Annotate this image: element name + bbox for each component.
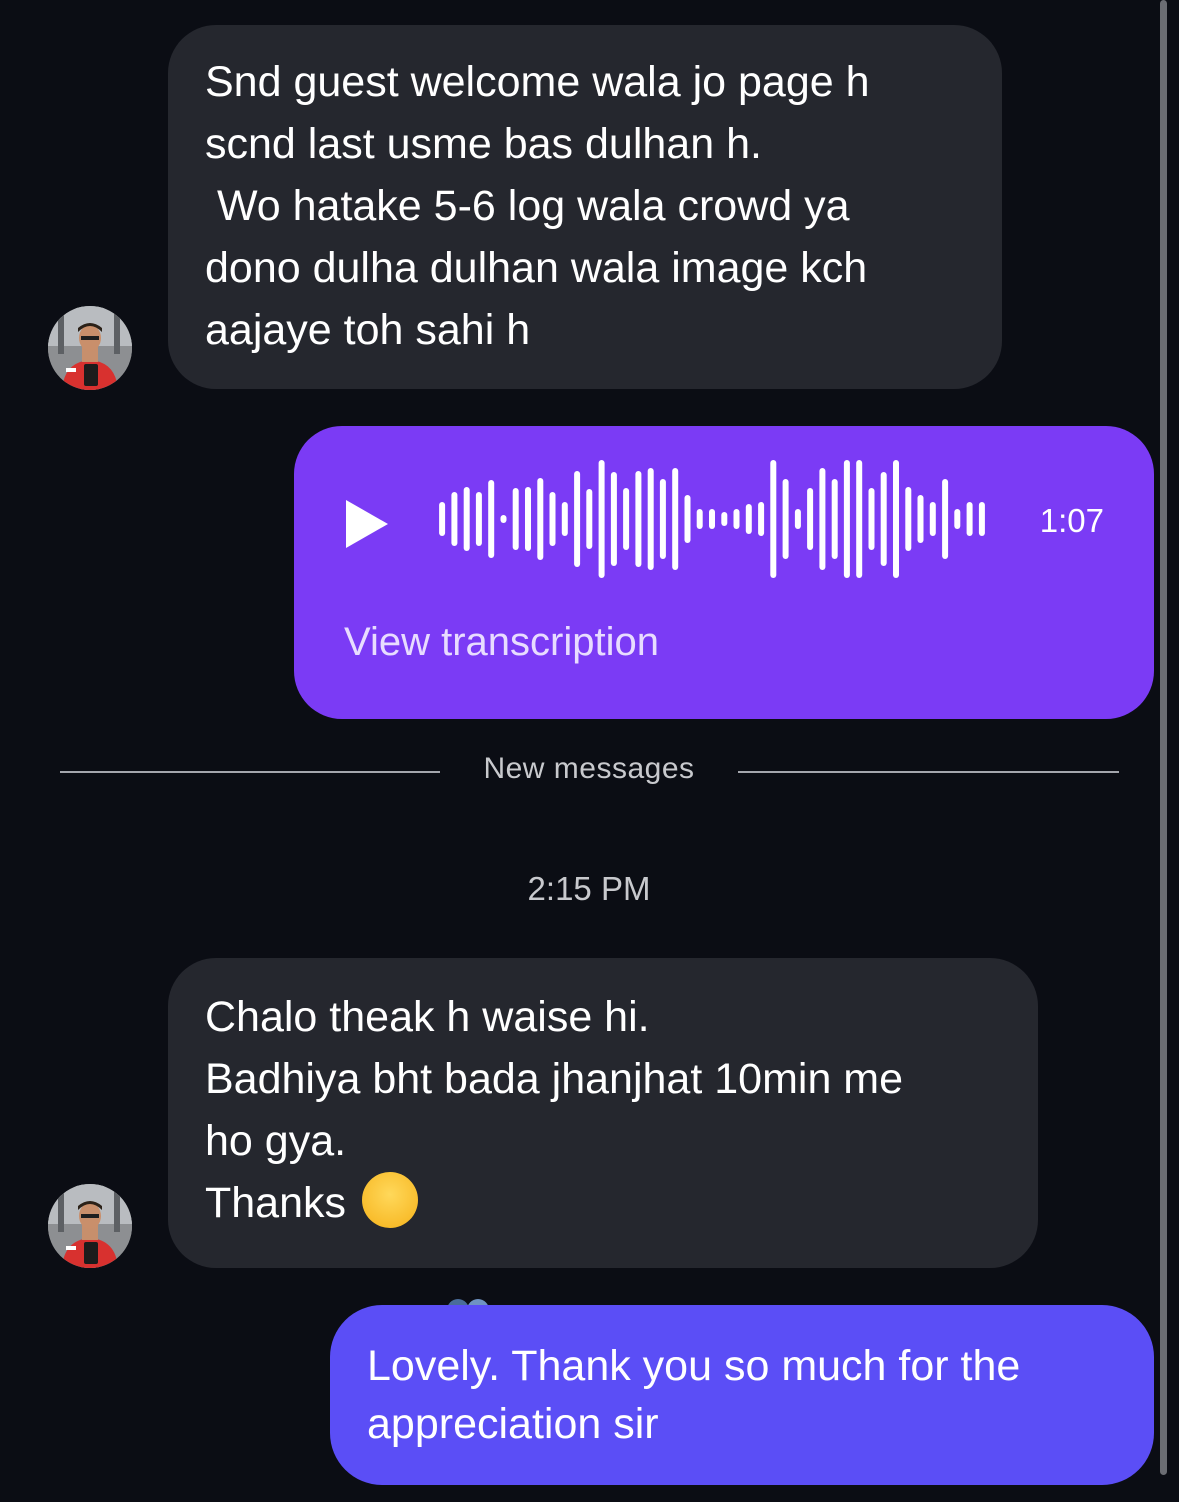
hugging-people-icon <box>436 1170 500 1354</box>
waveform-bar <box>733 509 740 529</box>
waveform-bar <box>819 468 826 570</box>
message-text: appreciation sir <box>367 1400 659 1448</box>
play-icon[interactable] <box>346 500 388 548</box>
waveform-bar <box>954 509 961 529</box>
waveform-bar <box>770 460 777 578</box>
divider-line-right <box>738 771 1119 773</box>
waveform-bar <box>917 495 924 543</box>
message-text-line-with-emoji: appreciation sir <box>367 1395 1124 1455</box>
waveform-bar <box>745 504 752 534</box>
waveform-bar <box>782 479 789 559</box>
waveform-bar <box>868 488 875 550</box>
scrollbar[interactable] <box>1160 0 1167 1475</box>
waveform-bar <box>758 502 765 536</box>
waveform-bar <box>647 468 654 570</box>
message-text-line: dono dulha dulhan wala image kch <box>205 244 868 292</box>
waveform-bar <box>966 502 973 536</box>
waveform-bar <box>807 488 814 550</box>
message-text-line: Chalo theak h waise hi. <box>205 993 650 1041</box>
message-text-line: aajaye toh sahi h <box>205 306 531 354</box>
waveform-bar <box>598 460 605 578</box>
new-messages-label: New messages <box>483 752 695 785</box>
waveform-bar <box>561 502 568 536</box>
waveform-bar <box>451 492 458 546</box>
waveform-bar <box>942 479 949 559</box>
waveform-bar <box>623 488 630 550</box>
voice-message-bubble[interactable]: 1:07 View transcription <box>294 426 1154 719</box>
waveform-bar <box>659 479 666 559</box>
message-text-line: ho gya. <box>205 1117 347 1165</box>
message-text-line-with-emoji: Thanks <box>205 1170 1002 1354</box>
waveform-bar <box>856 460 863 578</box>
waveform-bar <box>574 471 581 567</box>
waveform-bar <box>488 480 495 558</box>
message-text-line: Snd guest welcome wala jo page h <box>205 58 870 106</box>
incoming-message-bubble[interactable]: Chalo theak h waise hi. Badhiya bht bada… <box>168 958 1038 1354</box>
divider-line-left <box>60 771 440 773</box>
love-letter-emoji-icon <box>739 1401 799 1445</box>
smiling-face-emoji-icon <box>362 1171 419 1337</box>
waveform-bar <box>672 468 679 570</box>
waveform-bar <box>525 487 531 551</box>
message-timestamp: 2:15 PM <box>527 870 651 907</box>
waveform-bar <box>905 487 912 551</box>
waveform-bar <box>537 478 544 560</box>
view-transcription-link[interactable]: View transcription <box>344 620 659 665</box>
waveform-bar <box>893 460 899 578</box>
waveform-bar <box>610 472 617 566</box>
waveform-bar <box>794 509 801 529</box>
waveform-bar <box>831 479 838 559</box>
voice-duration: 1:07 <box>1039 502 1104 539</box>
sender-avatar[interactable] <box>48 1184 132 1268</box>
sender-avatar[interactable] <box>48 306 132 390</box>
waveform-bar <box>500 515 507 523</box>
waveform-bar <box>880 472 887 566</box>
outgoing-message-bubble[interactable]: Lovely. Thank you so much for the apprec… <box>330 1305 1154 1485</box>
waveform-bar <box>512 488 519 550</box>
waveform-bar <box>549 492 556 546</box>
waveform-bar <box>929 502 936 536</box>
message-text-line: Badhiya bht bada jhanjhat 10min me <box>205 1055 904 1103</box>
message-text-line: scnd last usme bas dulhan h. <box>205 120 762 168</box>
waveform-bar <box>586 489 593 549</box>
waveform-bar <box>721 512 728 526</box>
waveform-bar <box>635 471 642 567</box>
message-text-line: Lovely. Thank you so much for the <box>367 1342 1021 1390</box>
waveform-bar <box>843 460 850 578</box>
waveform-bar <box>463 487 470 551</box>
waveform-bar <box>475 492 482 546</box>
waveform-bar <box>684 495 691 543</box>
waveform-bar <box>439 502 446 536</box>
message-text: Thanks <box>205 1179 347 1227</box>
waveform-bar <box>696 509 703 529</box>
audio-waveform[interactable] <box>436 460 988 578</box>
incoming-message-bubble[interactable]: Snd guest welcome wala jo page h scnd la… <box>168 25 1002 389</box>
waveform-bar <box>709 509 715 529</box>
pleading-face-emoji-icon <box>673 1395 729 1451</box>
message-text-line: Wo hatake 5-6 log wala crowd ya <box>205 182 850 230</box>
waveform-bar <box>978 502 985 536</box>
